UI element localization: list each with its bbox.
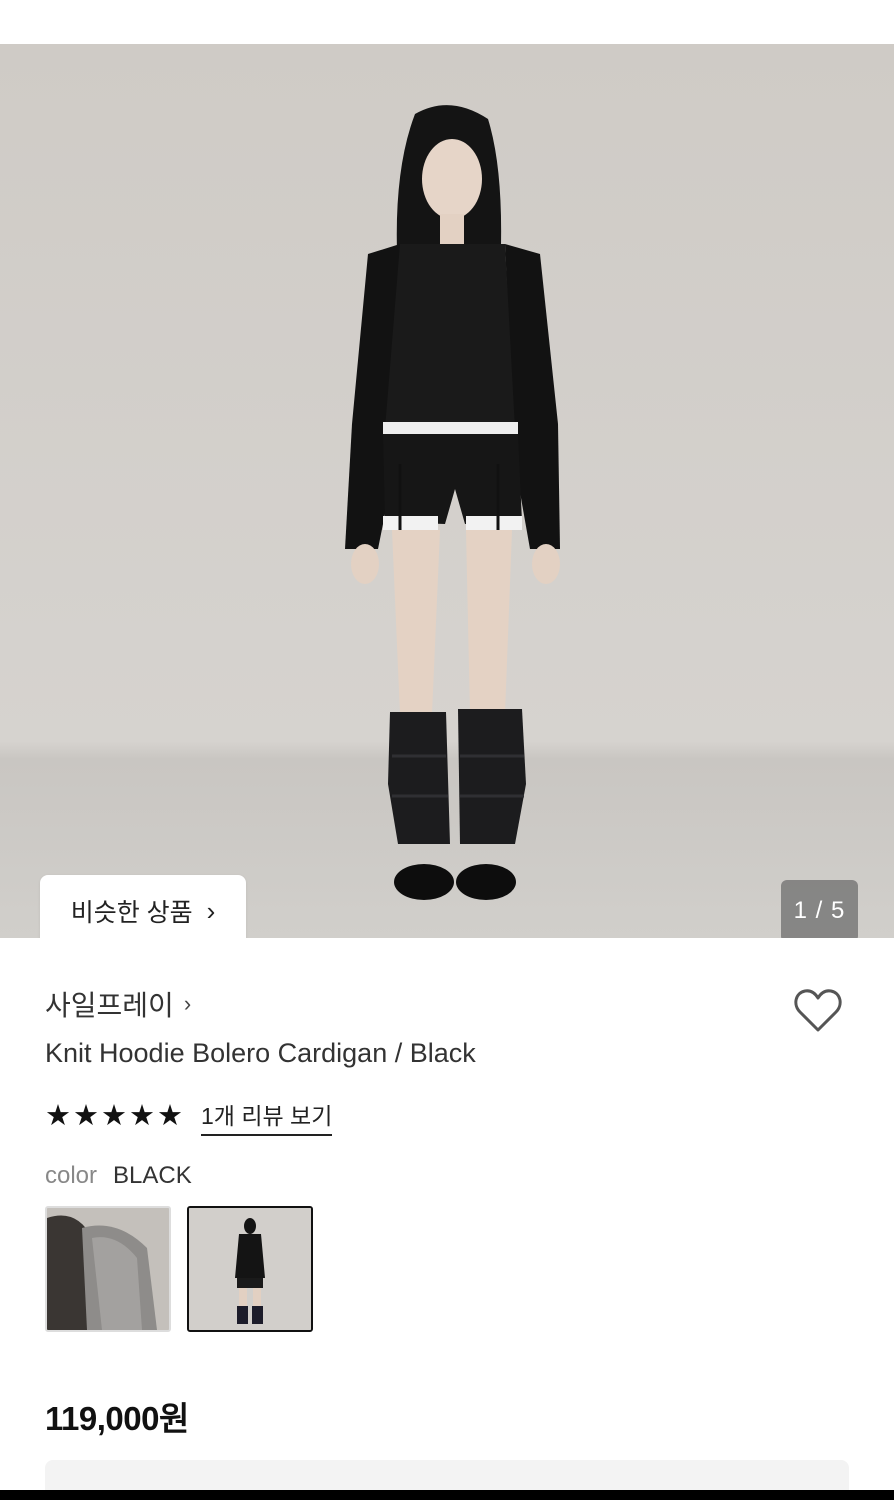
swatch-grey-image (47, 1208, 169, 1330)
color-row: color BLACK (45, 1162, 192, 1190)
star-icon: ★ (157, 1100, 183, 1132)
star-icon: ★ (129, 1100, 155, 1132)
star-icon: ★ (45, 1100, 71, 1132)
rating-row: ★ ★ ★ ★ ★ 1개 리뷰 보기 (45, 1097, 333, 1136)
star-icon: ★ (73, 1100, 99, 1132)
chevron-right-icon: › (206, 895, 216, 926)
product-title: Knit Hoodie Bolero Cardigan / Black (45, 1038, 476, 1068)
bottom-bar (0, 1490, 894, 1500)
color-swatches (45, 1206, 313, 1332)
review-link[interactable]: 1개 리뷰 보기 (201, 1097, 333, 1136)
swatch-black[interactable] (187, 1206, 313, 1332)
product-image-gallery[interactable]: 비슷한 상품 › 1 / 5 (0, 44, 894, 938)
color-value: BLACK (113, 1162, 192, 1189)
swatch-grey[interactable] (45, 1206, 171, 1332)
similar-products-button[interactable]: 비슷한 상품 › (40, 875, 246, 938)
star-icon: ★ (101, 1100, 127, 1132)
top-bar (0, 0, 894, 44)
heart-icon[interactable] (790, 982, 846, 1038)
swatch-black-image (189, 1208, 311, 1330)
image-counter: 1 / 5 (781, 880, 858, 938)
star-rating: ★ ★ ★ ★ ★ (45, 1102, 183, 1131)
brand-name: 사일프레이 (45, 990, 174, 1021)
price: 119,000원 (45, 1400, 189, 1437)
color-label: color (45, 1162, 98, 1189)
chevron-right-icon: › (183, 991, 192, 1016)
product-photo (0, 44, 894, 938)
similar-products-label: 비슷한 상품 (70, 898, 193, 927)
brand-link[interactable]: 사일프레이 › (45, 984, 191, 1024)
